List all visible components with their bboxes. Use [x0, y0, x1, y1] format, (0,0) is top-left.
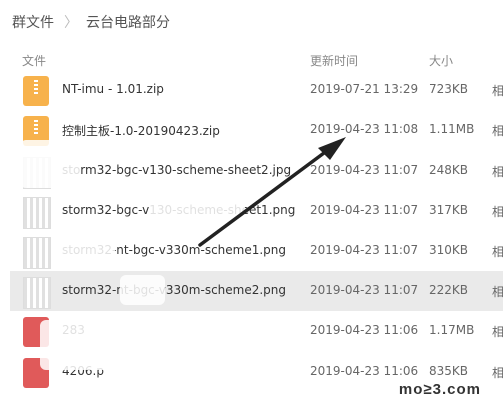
watermark: mo≥3.com	[398, 381, 481, 398]
annotation-arrow	[198, 137, 346, 247]
